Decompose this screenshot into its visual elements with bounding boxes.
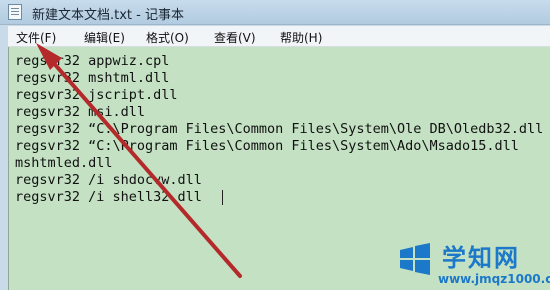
watermark-url: www.jmqz1000.com — [438, 272, 550, 286]
windows-logo-icon — [400, 243, 430, 275]
watermark-title: 学知网 — [442, 244, 520, 272]
site-watermark: 学知网 www.jmqz1000.com — [394, 236, 550, 290]
